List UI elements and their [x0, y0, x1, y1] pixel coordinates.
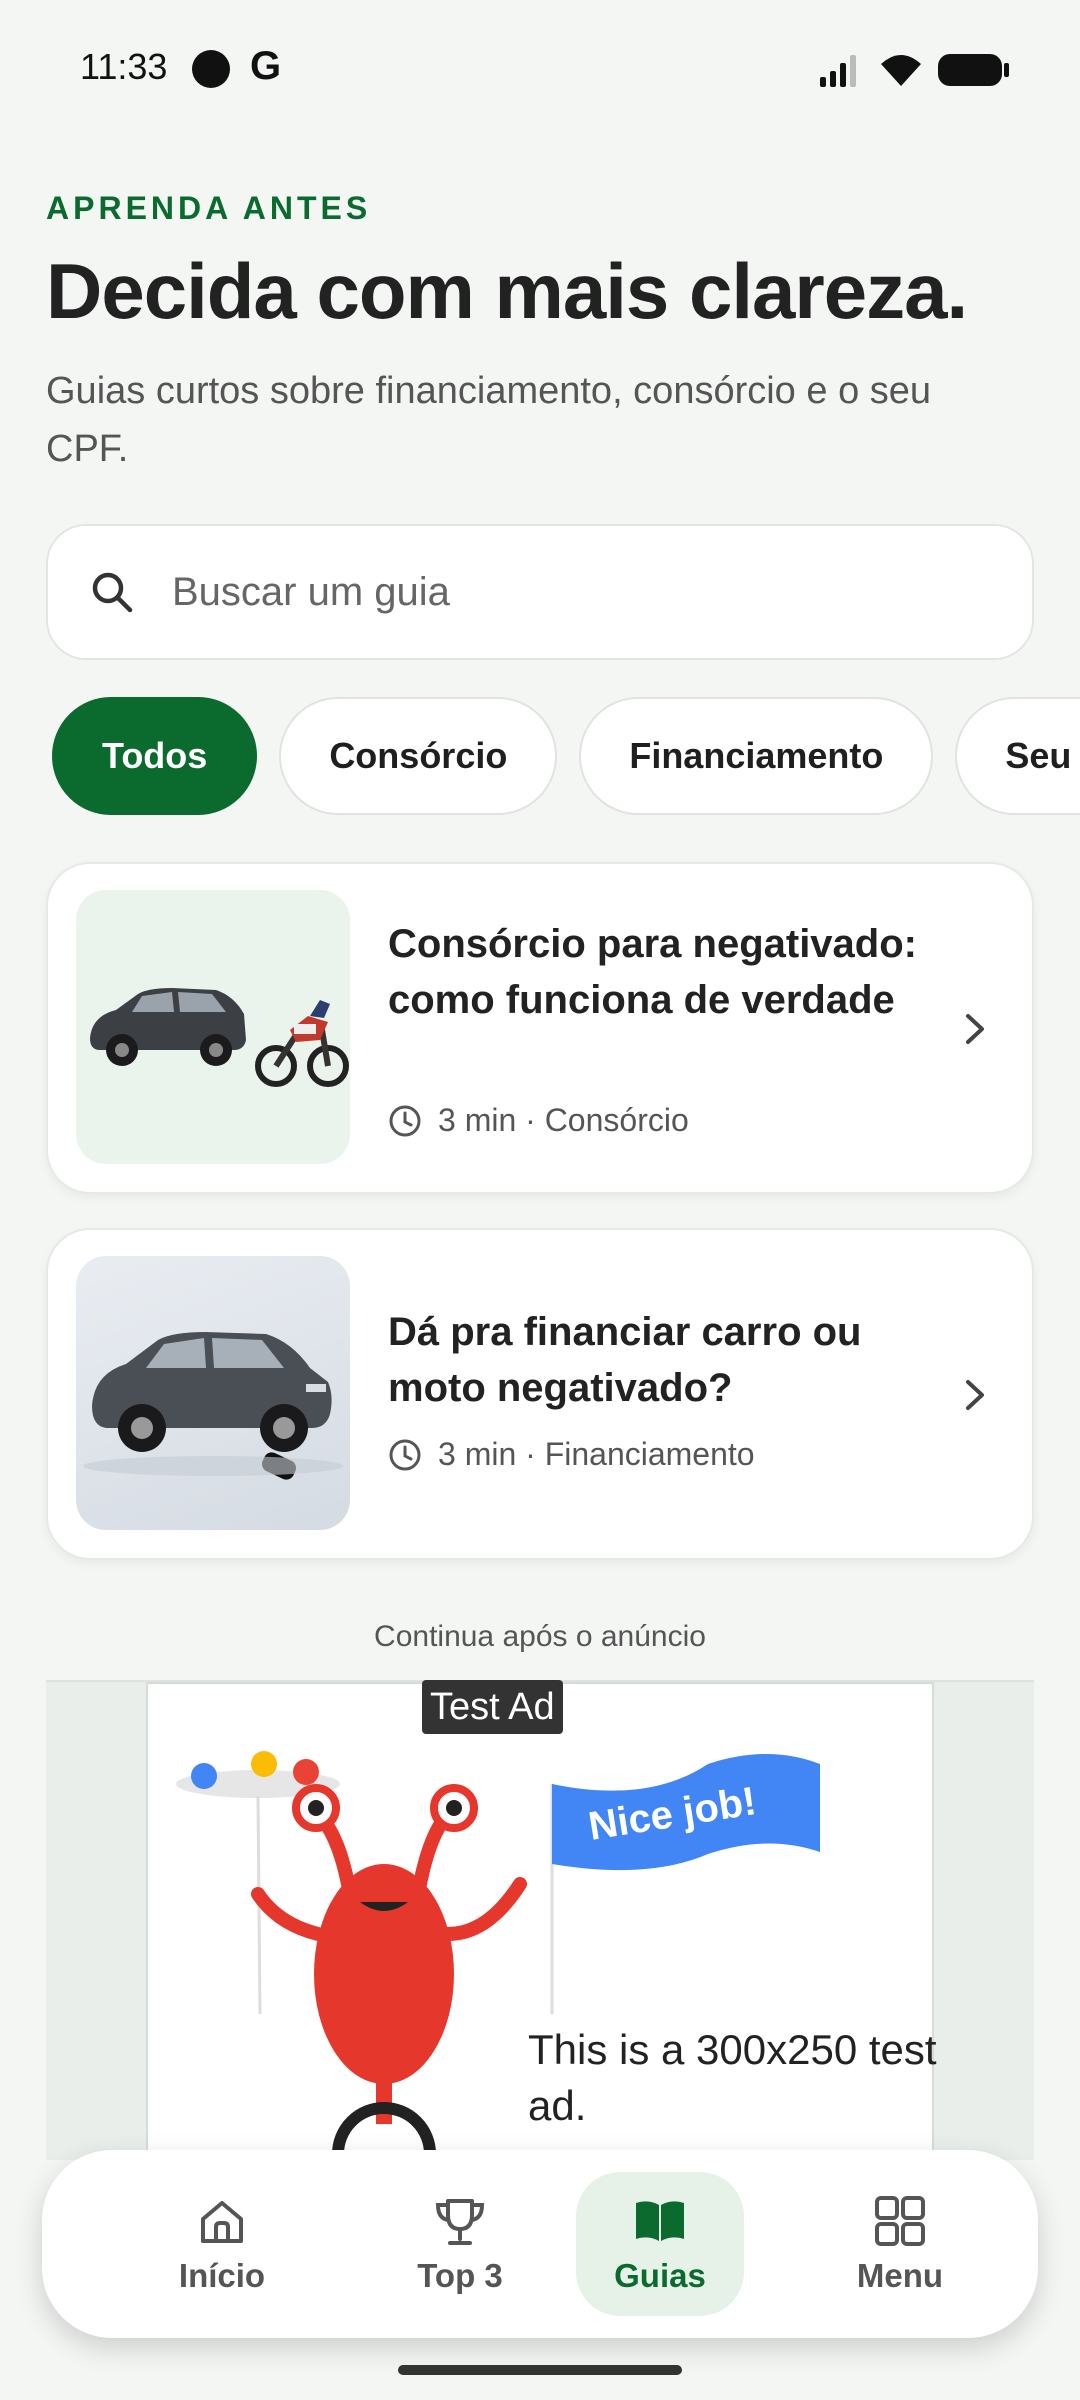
guide-title: Consórcio para negativado: como funciona…: [388, 922, 917, 1022]
clock-icon: [389, 1105, 421, 1136]
grid-icon: [875, 2196, 925, 2246]
clock-icon: [389, 1439, 421, 1470]
battery-icon: [938, 54, 1009, 86]
wifi-icon: [881, 55, 921, 86]
filter-chip-seu-cpf[interactable]: Seu CPF: [955, 697, 1080, 815]
filter-chip-consorcio[interactable]: Consórcio: [279, 697, 558, 815]
google-app-icon: G: [250, 44, 282, 88]
notification-dot-icon: [192, 50, 230, 88]
bottom-navigation: Início Top 3 Guias Menu: [42, 2150, 1038, 2338]
filter-chip-todos[interactable]: Todos: [52, 697, 258, 815]
search-bar[interactable]: [46, 524, 1034, 660]
guide-title: Dá pra financiar carro ou moto negativad…: [388, 1310, 862, 1410]
signal-icon: [820, 55, 856, 87]
nav-label-top3: Top 3: [417, 2257, 503, 2294]
search-icon: [92, 572, 133, 613]
guide-thumbnail-car-moto: [76, 890, 350, 1164]
nav-item-top3[interactable]: Top 3: [376, 2172, 544, 2316]
guide-meta-text: 3 min · Consórcio: [438, 1102, 689, 1138]
guide-card[interactable]: Dá pra financiar carro ou moto negativad…: [46, 1228, 1034, 1560]
trophy-icon: [435, 2199, 485, 2245]
nav-label-guias: Guias: [614, 2257, 706, 2294]
ad-notice: Continua após o anúncio: [374, 1620, 706, 1653]
guides-screen: 11:33 G APRENDA ANTES Decida com mais cl…: [0, 0, 1080, 2400]
home-icon: [201, 2201, 243, 2243]
nav-item-guias[interactable]: Guias: [576, 2172, 744, 2316]
filter-chip-financiamento[interactable]: Financiamento: [579, 697, 934, 815]
test-ad-badge: Test Ad: [422, 1680, 563, 1734]
ad-text: This is a 300x250 test ad.: [528, 2026, 937, 2129]
status-icons: [818, 50, 1010, 90]
status-bar: 11:33 G: [0, 0, 1080, 130]
page-subtitle: Guias curtos sobre financiamento, consór…: [46, 370, 932, 470]
guide-card[interactable]: Consórcio para negativado: como funciona…: [46, 862, 1034, 1194]
nav-label-menu: Menu: [856, 2257, 944, 2294]
nav-item-inicio[interactable]: Início: [138, 2172, 306, 2316]
status-time: 11:33: [80, 46, 168, 87]
category-filter: Todos Consórcio Financiamento Seu CPF: [52, 697, 1080, 815]
guide-thumbnail-car-key: [76, 1256, 350, 1530]
nav-item-menu[interactable]: Menu: [816, 2172, 984, 2316]
home-indicator[interactable]: [398, 2365, 682, 2375]
eyebrow-label: APRENDA ANTES: [46, 190, 372, 226]
guide-meta: 3 min · Financiamento: [388, 1436, 755, 1473]
guide-meta: 3 min · Consórcio: [388, 1102, 689, 1139]
chevron-right-icon: [966, 1380, 984, 1410]
page-title: Decida com mais clareza.: [46, 247, 968, 335]
chevron-right-icon: [966, 1014, 984, 1044]
guide-meta-text: 3 min · Financiamento: [438, 1436, 755, 1472]
nav-label-inicio: Início: [178, 2257, 266, 2294]
book-icon: [636, 2201, 684, 2241]
search-input[interactable]: [172, 569, 972, 615]
